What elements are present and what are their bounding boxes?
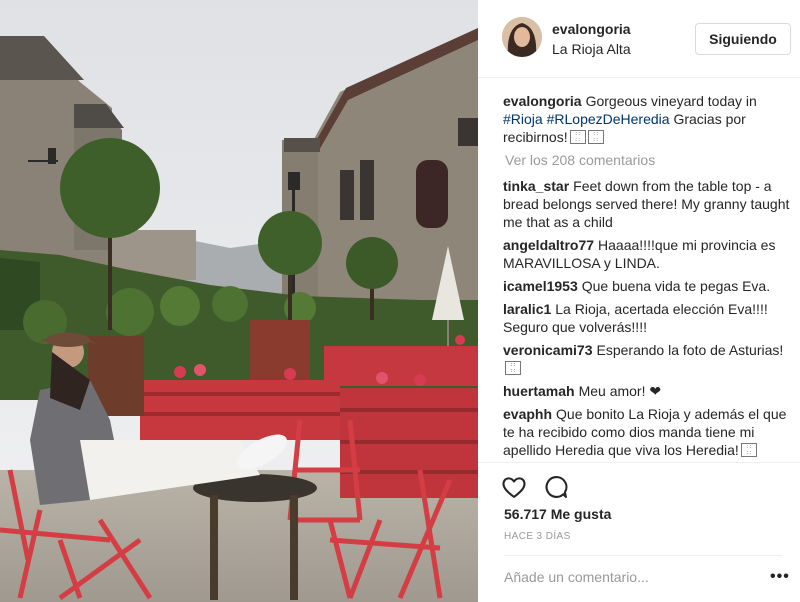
more-options-icon[interactable]: •••	[770, 567, 790, 587]
caption-username[interactable]: evalongoria	[503, 93, 582, 109]
comment-item: laralic1 La Rioja, acertada elección Eva!…	[503, 300, 793, 336]
post-timestamp: HACE 3 DÍAS	[504, 531, 571, 542]
comment-username[interactable]: angeldaltro77	[503, 237, 594, 253]
vineyard-terrace-image	[0, 0, 478, 602]
divider	[504, 555, 782, 556]
caption: evalongoria Gorgeous vineyard today in #R…	[503, 92, 793, 146]
post-actions: 56.717 Me gusta HACE 3 DÍAS •••	[478, 462, 800, 602]
comment-item: icamel1953 Que buena vida te pegas Eva.	[503, 277, 793, 295]
post-header: evalongoria La Rioja Alta Siguiendo	[478, 0, 800, 78]
post-photo[interactable]	[0, 0, 478, 602]
post-location[interactable]: La Rioja Alta	[552, 41, 631, 57]
comment-item: angeldaltro77 Haaaa!!!!que mi provincia e…	[503, 236, 793, 272]
comment-item: evaphh Que bonito La Rioja y además el qu…	[503, 405, 793, 459]
comment-text: Meu amor! ❤	[578, 383, 662, 399]
emoji-glyph-icon: ::::	[587, 130, 604, 144]
comment-item: huertamah Meu amor! ❤	[503, 382, 793, 400]
view-all-comments-link[interactable]: Ver los 208 comentarios	[505, 152, 793, 168]
emoji-glyph-icon: ::::	[505, 361, 521, 375]
comment-text: Esperando la foto de Asturias!	[596, 342, 784, 358]
post-author-username[interactable]: evalongoria	[552, 21, 631, 37]
comment-text: Que buena vida te pegas Eva.	[581, 278, 771, 294]
likes-count[interactable]: 56.717 Me gusta	[504, 506, 611, 522]
hashtag-rioja[interactable]: #Rioja	[503, 111, 543, 127]
heart-icon[interactable]	[500, 473, 530, 503]
comment-username[interactable]: huertamah	[503, 383, 575, 399]
add-comment-input[interactable]	[504, 567, 752, 587]
comment-username[interactable]: evaphh	[503, 406, 552, 422]
comments-list: evalongoria Gorgeous vineyard today in #R…	[503, 92, 793, 464]
comment-username[interactable]: icamel1953	[503, 278, 578, 294]
following-button[interactable]: Siguiendo	[695, 23, 791, 55]
hashtag-rlopezdeheredia[interactable]: #RLopezDeHeredia	[547, 111, 670, 127]
comment-bubble-icon[interactable]	[542, 473, 572, 503]
avatar[interactable]	[502, 17, 542, 57]
emoji-glyph-icon: ::::	[740, 443, 757, 457]
comment-username[interactable]: tinka_star	[503, 178, 569, 194]
emoji-glyph-icon: ::::	[569, 130, 586, 144]
caption-text: Gorgeous vineyard today in	[585, 93, 757, 109]
comment-item: tinka_star Feet down from the table top -…	[503, 177, 793, 231]
comment-username[interactable]: laralic1	[503, 301, 551, 317]
post-details-panel: evalongoria La Rioja Alta Siguiendo eval…	[478, 0, 800, 602]
comment-username[interactable]: veronicami73	[503, 342, 593, 358]
comment-item: veronicami73 Esperando la foto de Asturia…	[503, 341, 793, 377]
